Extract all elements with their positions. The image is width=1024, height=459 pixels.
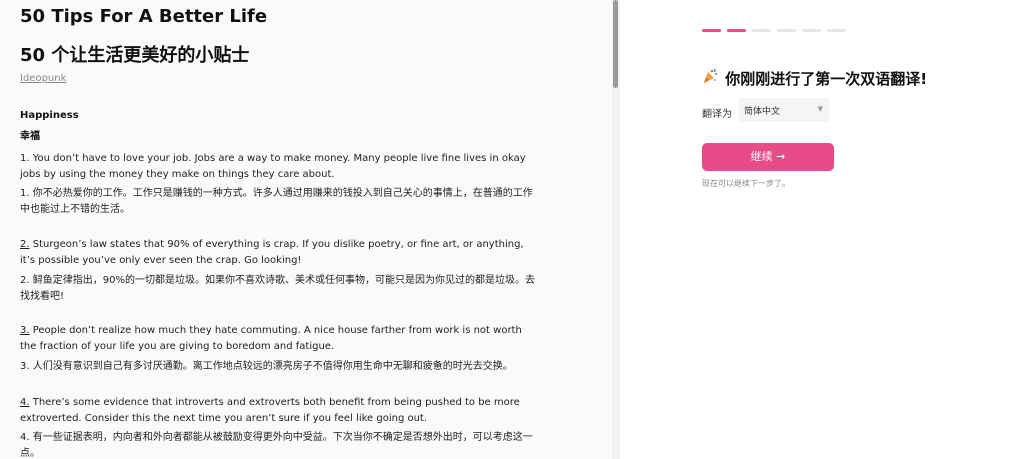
progress-segment bbox=[727, 29, 746, 32]
progress-segment bbox=[702, 29, 721, 32]
translate-to-label: 翻译为 bbox=[702, 109, 732, 120]
continue-button[interactable]: 继续 → bbox=[702, 143, 834, 171]
tip-4-zh: 4. 有一些证据表明，内向者和外向者都能从被鼓励变得更外向中受益。下次当你不确定… bbox=[20, 432, 533, 459]
progress-segment bbox=[827, 29, 846, 32]
tip-text: People don’t realize how much they hate … bbox=[20, 325, 522, 352]
article-pane: 50 Tips For A Better Life 50 个让生活更美好的小贴士… bbox=[0, 0, 612, 459]
tip-3-en: 3. People don’t realize how much they ha… bbox=[20, 323, 540, 355]
tip-text: There’s some evidence that introverts an… bbox=[20, 397, 520, 424]
language-select[interactable]: 简体中文 ▼ bbox=[738, 98, 830, 122]
tip-2-en: 2. Sturgeon’s law states that 90% of eve… bbox=[20, 237, 540, 269]
tip-2-zh: 2. 鲟鱼定律指出，90%的一切都是垃圾。如果你不喜欢诗歌、美术或任何事物，可能… bbox=[20, 275, 535, 302]
article-title-en: 50 Tips For A Better Life bbox=[20, 6, 268, 27]
onboarding-panel: 你刚刚进行了第一次双语翻译! 翻译为 简体中文 ▼ 继续 → 现在可以继续下一步… bbox=[620, 0, 1024, 459]
article-title-zh: 50 个让生活更美好的小贴士 bbox=[20, 45, 250, 66]
progress-segment bbox=[752, 29, 771, 32]
article-scrollbar[interactable] bbox=[612, 0, 620, 459]
author-link[interactable]: Ideopunk bbox=[20, 73, 66, 84]
party-popper-icon bbox=[702, 68, 720, 88]
tip-number: 1. bbox=[20, 153, 30, 164]
congrats-text: 你刚刚进行了第一次双语翻译! bbox=[725, 70, 928, 88]
tip-1-en: 1. You don’t have to love your job. Jobs… bbox=[20, 151, 540, 183]
progress-segment bbox=[802, 29, 821, 32]
tip-text: Sturgeon’s law states that 90% of everyt… bbox=[20, 239, 524, 266]
congrats-heading: 你刚刚进行了第一次双语翻译! bbox=[702, 68, 927, 89]
scrollbar-thumb[interactable] bbox=[613, 0, 618, 88]
tip-1-zh: 1. 你不必热爱你的工作。工作只是赚钱的一种方式。许多人通过用赚来的钱投入到自己… bbox=[20, 188, 533, 215]
language-select-value: 简体中文 bbox=[744, 107, 781, 117]
progress-segment bbox=[777, 29, 796, 32]
hint-text: 现在可以继续下一步了。 bbox=[702, 179, 790, 188]
tip-number: 4. bbox=[20, 397, 30, 408]
tip-number: 3. bbox=[20, 325, 30, 336]
tip-4-en: 4. There’s some evidence that introverts… bbox=[20, 395, 540, 427]
section-heading-zh: 幸福 bbox=[20, 131, 40, 142]
tip-text: You don’t have to love your job. Jobs ar… bbox=[20, 153, 526, 180]
tip-3-zh: 3. 人们没有意识到自己有多讨厌通勤。离工作地点较远的漂亮房子不值得你用生命中无… bbox=[20, 361, 513, 372]
tip-number: 2. bbox=[20, 239, 30, 250]
section-heading-en: Happiness bbox=[20, 110, 79, 121]
chevron-down-icon: ▼ bbox=[817, 105, 823, 113]
